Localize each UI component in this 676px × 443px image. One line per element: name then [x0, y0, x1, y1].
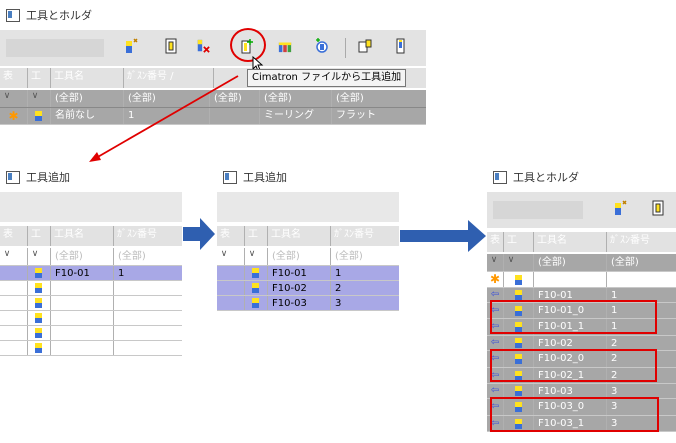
empty-row[interactable]	[0, 326, 182, 341]
table-row[interactable]: F10-03 3	[217, 296, 399, 311]
col-header[interactable]: 工具名	[51, 226, 114, 246]
add-tool-window-1: 工具追加 表 工 工具名 ｶﾞｽﾝ番号 ∨ ∨ (全部) (全部) F10-01…	[0, 162, 182, 357]
col-header[interactable]: 工具名	[268, 226, 331, 246]
arrow-left-icon: ⇦	[487, 384, 504, 398]
toolbar	[0, 192, 182, 222]
empty-rows	[0, 281, 182, 357]
tool-type-icon	[514, 290, 522, 300]
filter-row: ∨ ∨ (全部) (全部)	[0, 248, 182, 266]
tool-dropdown[interactable]	[493, 201, 583, 219]
col-header[interactable]: ｶﾞｽﾝ番号	[331, 226, 399, 246]
column-header: 表 工 工具名 ｶﾞｽﾝ番号	[217, 226, 399, 246]
filter-value[interactable]: (全部)	[611, 257, 639, 268]
window-titlebar: 工具追加	[0, 162, 182, 192]
tool-type-icon	[514, 338, 522, 348]
col-header[interactable]: 表	[217, 226, 245, 246]
tool-number: 1	[118, 268, 125, 279]
tool-type-icon	[35, 268, 42, 278]
tool-name: F10-02	[268, 281, 331, 295]
blue-arrow-icon	[400, 220, 486, 252]
add-tool-window-2: 工具追加 表 工 工具名 ｶﾞｽﾝ番号 ∨ ∨ (全部) (全部) F10-01…	[217, 162, 399, 357]
col-header[interactable]: 工	[245, 226, 268, 246]
tool-name: F10-03	[534, 384, 607, 398]
tool-name: F10-03	[268, 296, 331, 310]
new-row-icon: ✱	[487, 272, 504, 287]
window-titlebar: 工具追加	[217, 162, 399, 192]
blue-arrow-icon	[183, 218, 215, 250]
table-row[interactable]: F10-01 1	[217, 266, 399, 281]
col-header[interactable]: 表	[0, 226, 28, 246]
window-icon	[493, 170, 507, 184]
col-header[interactable]: ｶﾞｽﾝ番号	[607, 232, 676, 252]
new-row[interactable]: ✱	[487, 272, 676, 288]
highlight-box	[490, 397, 659, 432]
col-header[interactable]: 表	[487, 232, 504, 252]
table-row[interactable]: F10-02 2	[217, 281, 399, 296]
window-titlebar: 工具とホルダ	[487, 162, 676, 192]
arrow-left-icon: ⇦	[487, 336, 504, 350]
empty-row[interactable]	[0, 311, 182, 326]
window-title: 工具追加	[26, 171, 70, 184]
tool-name: F10-01	[268, 266, 331, 280]
toolbar	[487, 192, 676, 228]
tool-type-icon	[252, 298, 259, 308]
tool-number: 1	[335, 268, 342, 279]
tool-type-icon	[252, 268, 259, 278]
window-icon	[6, 170, 20, 184]
col-header[interactable]: 工具名	[534, 232, 607, 252]
empty-row[interactable]	[0, 296, 182, 311]
chevron-down-icon[interactable]: ∨	[245, 249, 259, 259]
col-header[interactable]: 工	[28, 226, 51, 246]
filter-row: ∨ ∨ (全部) (全部)	[217, 248, 399, 266]
empty-row[interactable]	[0, 281, 182, 296]
filter-value[interactable]: (全部)	[272, 251, 300, 262]
tool-number: 2	[611, 338, 618, 349]
column-header: 表 工 工具名 ｶﾞｽﾝ番号	[0, 226, 182, 246]
table-row[interactable]: F10-01 1	[0, 266, 182, 281]
highlight-box	[490, 349, 657, 382]
window-icon	[223, 170, 237, 184]
tool-type-icon	[35, 298, 42, 308]
chevron-down-icon[interactable]: ∨	[217, 249, 231, 259]
filter-value[interactable]: (全部)	[55, 251, 83, 262]
chevron-down-icon[interactable]: ∨	[504, 255, 518, 265]
col-header[interactable]: ｶﾞｽﾝ番号	[114, 226, 182, 246]
filter-value[interactable]: (全部)	[538, 257, 566, 268]
filter-value[interactable]: (全部)	[335, 251, 363, 262]
toolbar	[217, 192, 399, 222]
empty-row[interactable]	[0, 341, 182, 356]
highlight-box	[490, 300, 657, 334]
tool-type-icon	[35, 283, 42, 293]
tool-number: 2	[335, 283, 342, 294]
tool-name: F10-01	[51, 266, 114, 280]
chevron-down-icon[interactable]: ∨	[0, 249, 14, 259]
tool-number: 3	[335, 298, 342, 309]
tool-type-icon	[514, 386, 522, 396]
tool-type-icon	[35, 313, 42, 323]
filter-row: ∨ ∨ (全部) (全部)	[487, 254, 676, 272]
window-title: 工具とホルダ	[513, 171, 579, 184]
tool-icon[interactable]	[613, 200, 627, 216]
tool-name: F10-02	[534, 336, 607, 350]
column-header: 表 工 工具名 ｶﾞｽﾝ番号	[487, 232, 676, 252]
col-header[interactable]: 工	[504, 232, 534, 252]
holder-icon[interactable]	[651, 200, 665, 216]
tool-number: 3	[611, 386, 618, 397]
window-title: 工具追加	[243, 171, 287, 184]
filter-value[interactable]: (全部)	[118, 251, 146, 262]
chevron-down-icon[interactable]: ∨	[487, 255, 501, 265]
chevron-down-icon[interactable]: ∨	[28, 249, 42, 259]
tool-type-icon	[35, 328, 42, 338]
tool-type-icon	[35, 343, 42, 353]
tool-type-icon	[252, 283, 259, 293]
tool-type-icon	[514, 275, 522, 285]
